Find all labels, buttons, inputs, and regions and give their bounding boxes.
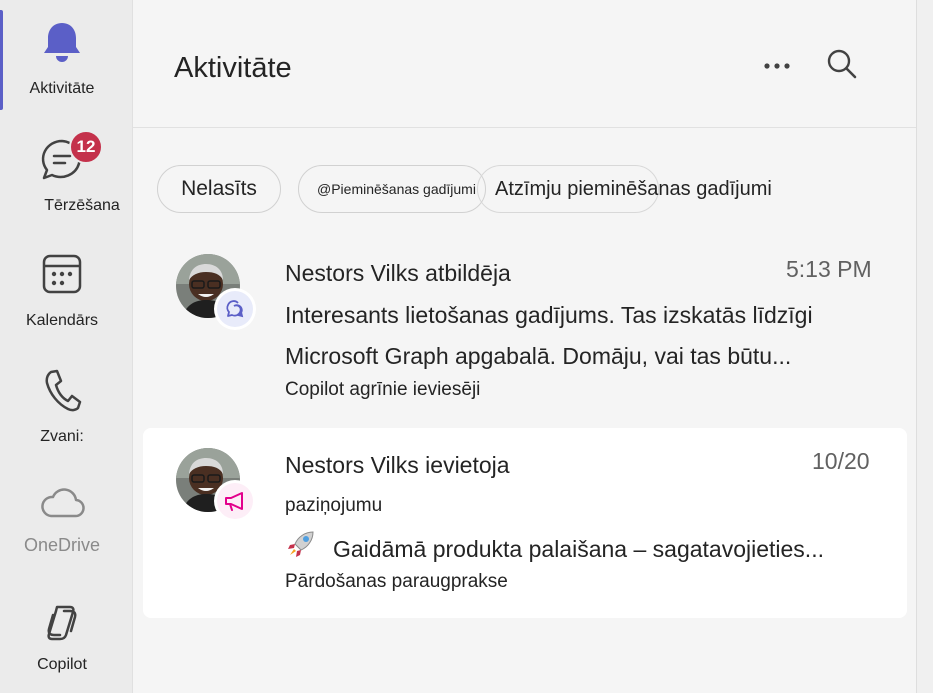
filter-tag-mentions[interactable]: Atzīmju pieminēšanas gadījumi — [477, 165, 772, 213]
activity-channel: Copilot agrīnie ieviesēji — [285, 379, 481, 400]
activity-preview-line: Gaidāmā produkta palaišana – sagatavojie… — [333, 536, 824, 562]
cloud-icon — [0, 486, 124, 520]
rail-item-label: Tērzēšana — [44, 197, 120, 214]
rail-item-calendar[interactable]: Kalendārs — [0, 245, 132, 340]
search-button[interactable] — [822, 46, 862, 86]
filter-mentions[interactable]: @Pieminēšanas gadījumi — [298, 165, 486, 213]
rail-item-label: Aktivitāte — [29, 80, 95, 97]
rail-item-label: Zvani: — [40, 428, 84, 445]
activity-item[interactable]: Nestors Vilks ievietoja 10/20 paziņojumu… — [143, 428, 907, 618]
phone-icon — [0, 368, 124, 412]
filter-label: @Pieminēšanas gadījumi — [317, 181, 476, 197]
calendar-icon — [0, 253, 124, 295]
activity-title: Nestors Vilks ievietoja — [285, 452, 510, 478]
app-rail: Aktivitāte 12 Tērzēšana Kalendārs Zvani:… — [0, 0, 133, 693]
chat-icon — [0, 137, 124, 183]
activity-channel: Pārdošanas paraugprakse — [285, 571, 508, 592]
activity-subtitle: paziņojumu — [285, 495, 383, 516]
bell-icon — [0, 20, 124, 64]
rail-item-copilot[interactable]: Copilot — [0, 595, 132, 685]
rail-item-label: Kalendārs — [25, 312, 99, 329]
activity-type-badge — [214, 480, 256, 522]
filter-label: Nelasīts — [181, 177, 257, 200]
rail-item-onedrive[interactable]: OneDrive — [0, 478, 132, 568]
more-options-icon — [763, 57, 791, 75]
activity-time: 5:13 PM — [786, 256, 872, 282]
copilot-icon — [0, 601, 124, 645]
filter-label: Atzīmju pieminēšanas gadījumi — [495, 177, 772, 200]
filter-unread[interactable]: Nelasīts — [157, 165, 281, 213]
side-panel-edge — [916, 0, 933, 693]
unread-count-badge: 12 — [69, 130, 103, 164]
more-options-button[interactable] — [757, 46, 797, 86]
rail-item-label: OneDrive — [23, 535, 101, 555]
activity-header: Aktivitāte — [133, 0, 916, 128]
activity-time: 10/20 — [812, 448, 870, 474]
activity-preview-line: Microsoft Graph apgabalā. Domāju, vai ta… — [285, 343, 792, 369]
rail-item-activity[interactable]: Aktivitāte — [0, 10, 132, 110]
page-title: Aktivitāte — [174, 52, 292, 84]
activity-title: Nestors Vilks atbildēja — [285, 260, 511, 286]
activity-type-badge — [214, 288, 256, 330]
search-icon — [826, 48, 858, 85]
rail-item-chat[interactable]: 12 Tērzēšana — [0, 125, 132, 225]
rocket-icon — [285, 528, 317, 567]
activity-pane: Aktivitāte Nelasīts @Pieminēšanas gadīju… — [133, 0, 916, 693]
rail-item-calls[interactable]: Zvani: — [0, 360, 132, 450]
reply-icon — [217, 291, 253, 327]
activity-item[interactable]: Nestors Vilks atbildēja 5:13 PM Interesa… — [143, 236, 907, 416]
megaphone-icon — [217, 483, 253, 519]
rail-item-label: Copilot — [37, 656, 87, 673]
activity-preview-line: Interesants lietošanas gadījums. Tas izs… — [285, 302, 813, 328]
